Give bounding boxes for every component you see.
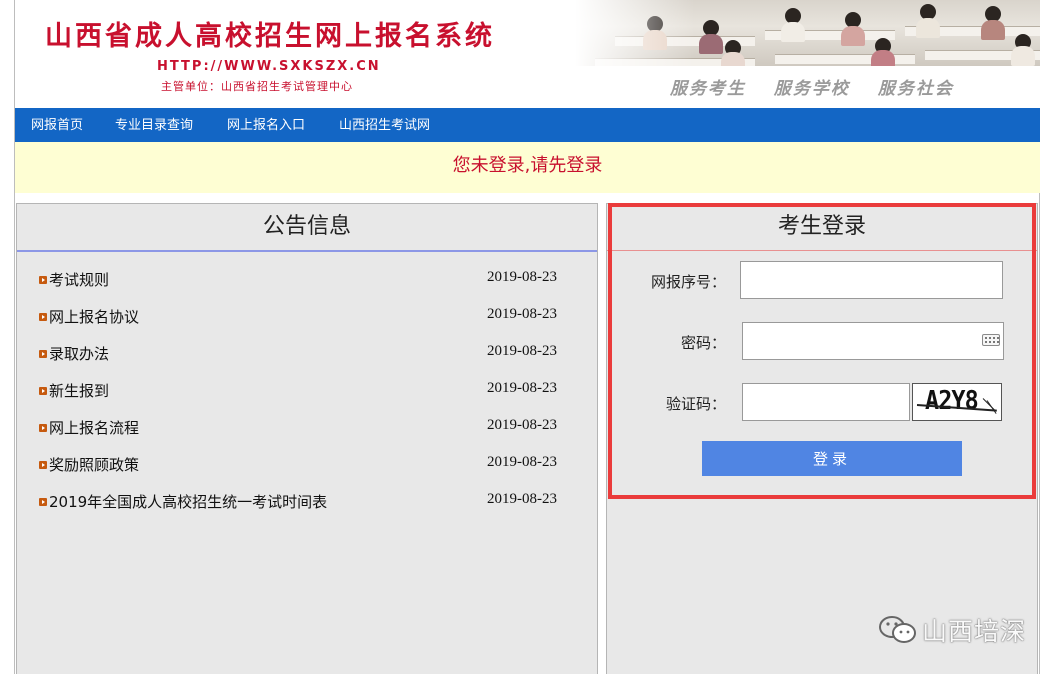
site-url: HTTP://WWW.SXKSZX.CN [157,59,381,74]
announcement-date: 2019-08-23 [487,417,557,433]
wechat-icon [879,616,916,643]
login-button[interactable]: 登录 [702,441,962,476]
announcement-title[interactable]: 新生报到 [49,380,109,401]
captcha-input[interactable] [742,383,910,421]
bullet-icon [39,350,47,358]
keyboard-icon[interactable] [982,334,1000,346]
announcement-item[interactable]: 网上报名流程 2019-08-23 [37,417,577,437]
serial-number-label: 网报序号： [650,273,726,291]
nav-major-catalog[interactable]: 专业目录查询 [115,108,193,142]
slogan-2: 服务学校 [773,79,850,99]
slogan-3: 服务社会 [877,79,954,99]
watermark-text: 山西培深 [922,617,1027,646]
announcement-date: 2019-08-23 [487,343,557,359]
announcement-item[interactable]: 考试规则 2019-08-23 [37,269,577,289]
announcement-title[interactable]: 奖励照顾政策 [49,454,139,475]
site-title: 山西省成人高校招生网上报名系统 [45,21,495,52]
captcha-label: 验证码： [665,395,726,413]
slogan-1: 服务考生 [670,79,746,99]
slogans: 服务考生 服务学校 服务社会 [670,74,974,99]
login-notice-text: 您未登录,请先登录 [452,155,603,176]
bullet-icon [39,461,47,469]
announcement-date: 2019-08-23 [487,269,557,285]
announcement-date: 2019-08-23 [487,306,557,322]
announcement-item[interactable]: 2019年全国成人高校招生统一考试时间表 2019-08-23 [37,491,577,511]
announcement-title[interactable]: 网上报名协议 [49,306,139,327]
bullet-icon [39,424,47,432]
announcement-date: 2019-08-23 [487,454,557,470]
site-header: 山西省成人高校招生网上报名系统 HTTP://WWW.SXKSZX.CN 主管单… [15,0,1040,108]
password-input[interactable] [742,322,1004,360]
captcha-text: A2Y8 [925,386,979,416]
login-title: 考生登录 [777,214,866,239]
announcement-title[interactable]: 考试规则 [49,269,109,290]
login-notice-bar: 您未登录,请先登录 [15,142,1040,193]
password-label: 密码： [680,334,726,352]
announcement-date: 2019-08-23 [487,380,557,396]
announcements-title: 公告信息 [262,214,351,239]
nav-exam-site[interactable]: 山西招生考试网 [339,108,430,142]
announcement-title[interactable]: 2019年全国成人高校招生统一考试时间表 [49,491,327,512]
nav-registration-entry[interactable]: 网上报名入口 [227,108,305,142]
nav-home[interactable]: 网报首页 [31,108,83,142]
bullet-icon [39,498,47,506]
announcement-item[interactable]: 录取办法 2019-08-23 [37,343,577,363]
announcement-date: 2019-08-23 [487,491,557,507]
login-title-divider [607,250,1037,251]
announcement-item[interactable]: 新生报到 2019-08-23 [37,380,577,400]
announcement-title[interactable]: 网上报名流程 [49,417,139,438]
announcement-title[interactable]: 录取办法 [49,343,109,364]
announcement-item[interactable]: 网上报名协议 2019-08-23 [37,306,577,326]
bullet-icon [39,276,47,284]
captcha-image[interactable]: A2Y8 [912,383,1002,421]
serial-number-input[interactable] [740,261,1003,299]
title-divider [17,250,597,252]
nav-bar: 网报首页 专业目录查询 网上报名入口 山西招生考试网 [15,108,1040,142]
announcements-panel: 公告信息 考试规则 2019-08-23 网上报名协议 2019-08-23 录… [16,203,598,674]
bullet-icon [39,387,47,395]
bullet-icon [39,313,47,321]
header-photo [575,0,1040,66]
site-sponsor: 主管单位：山西省招生考试管理中心 [161,80,353,93]
announcement-item[interactable]: 奖励照顾政策 2019-08-23 [37,454,577,474]
